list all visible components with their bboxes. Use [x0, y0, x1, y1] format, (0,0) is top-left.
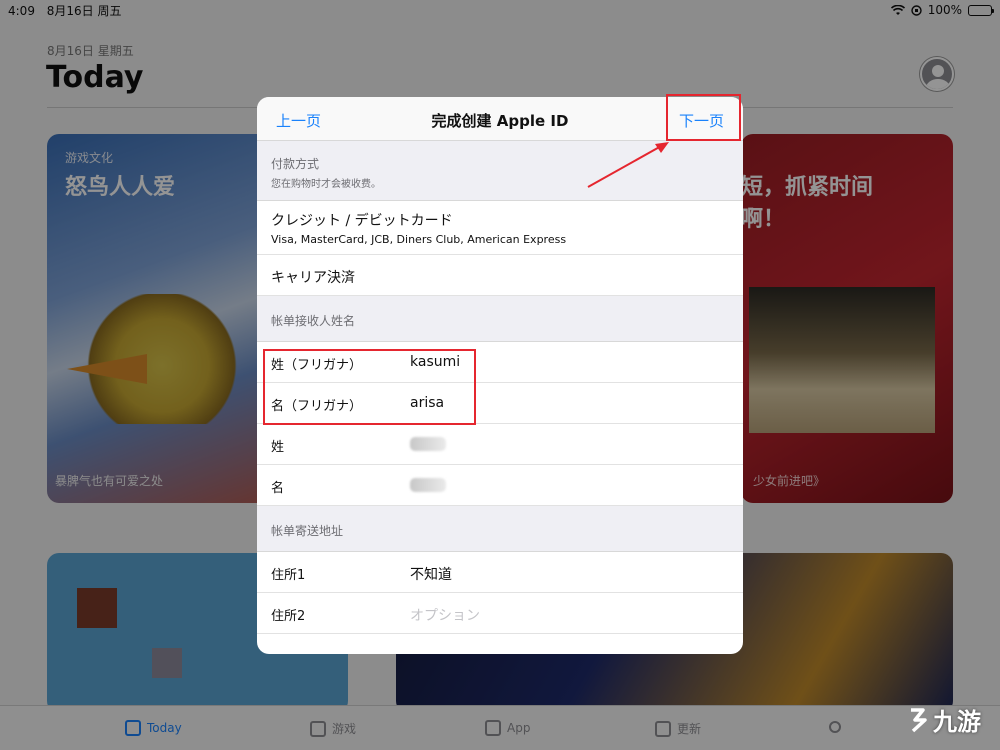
- annotation-box-names: [263, 349, 476, 425]
- section-title: 帐单接收人姓名: [271, 314, 356, 328]
- section-title: 帐单寄送地址: [271, 524, 344, 538]
- field-label: 住所2: [271, 609, 306, 624]
- watermark-text: 九游: [933, 708, 981, 736]
- watermark-logo-icon: [911, 707, 927, 732]
- first-name-field[interactable]: 名: [257, 465, 743, 506]
- last-name-field[interactable]: 姓: [257, 424, 743, 465]
- field-value[interactable]: 不知道: [410, 564, 452, 584]
- field-label: 住所1: [271, 568, 306, 583]
- payment-option-carrier[interactable]: キャリア決済: [257, 255, 743, 296]
- field-label: 名: [271, 481, 285, 496]
- field-label: 姓: [271, 440, 285, 455]
- redacted-value[interactable]: [410, 478, 446, 492]
- address2-field[interactable]: 住所2 オプション: [257, 593, 743, 634]
- annotation-arrow-icon: [587, 142, 669, 188]
- option-label: クレジット / デビットカード: [271, 213, 453, 229]
- annotation-box-next: [666, 94, 741, 141]
- address1-field[interactable]: 住所1 不知道: [257, 552, 743, 593]
- option-label: キャリア決済: [271, 270, 355, 286]
- option-sublabel: Visa, MasterCard, JCB, Diners Club, Amer…: [271, 233, 567, 246]
- field-placeholder[interactable]: オプション: [410, 605, 480, 625]
- payment-option-card[interactable]: クレジット / デビットカード Visa, MasterCard, JCB, D…: [257, 201, 743, 255]
- billing-address-section-header: 帐单寄送地址: [257, 506, 743, 552]
- billing-name-section-header: 帐单接收人姓名: [257, 296, 743, 342]
- redacted-value[interactable]: [410, 437, 446, 451]
- watermark: 九游: [905, 702, 981, 737]
